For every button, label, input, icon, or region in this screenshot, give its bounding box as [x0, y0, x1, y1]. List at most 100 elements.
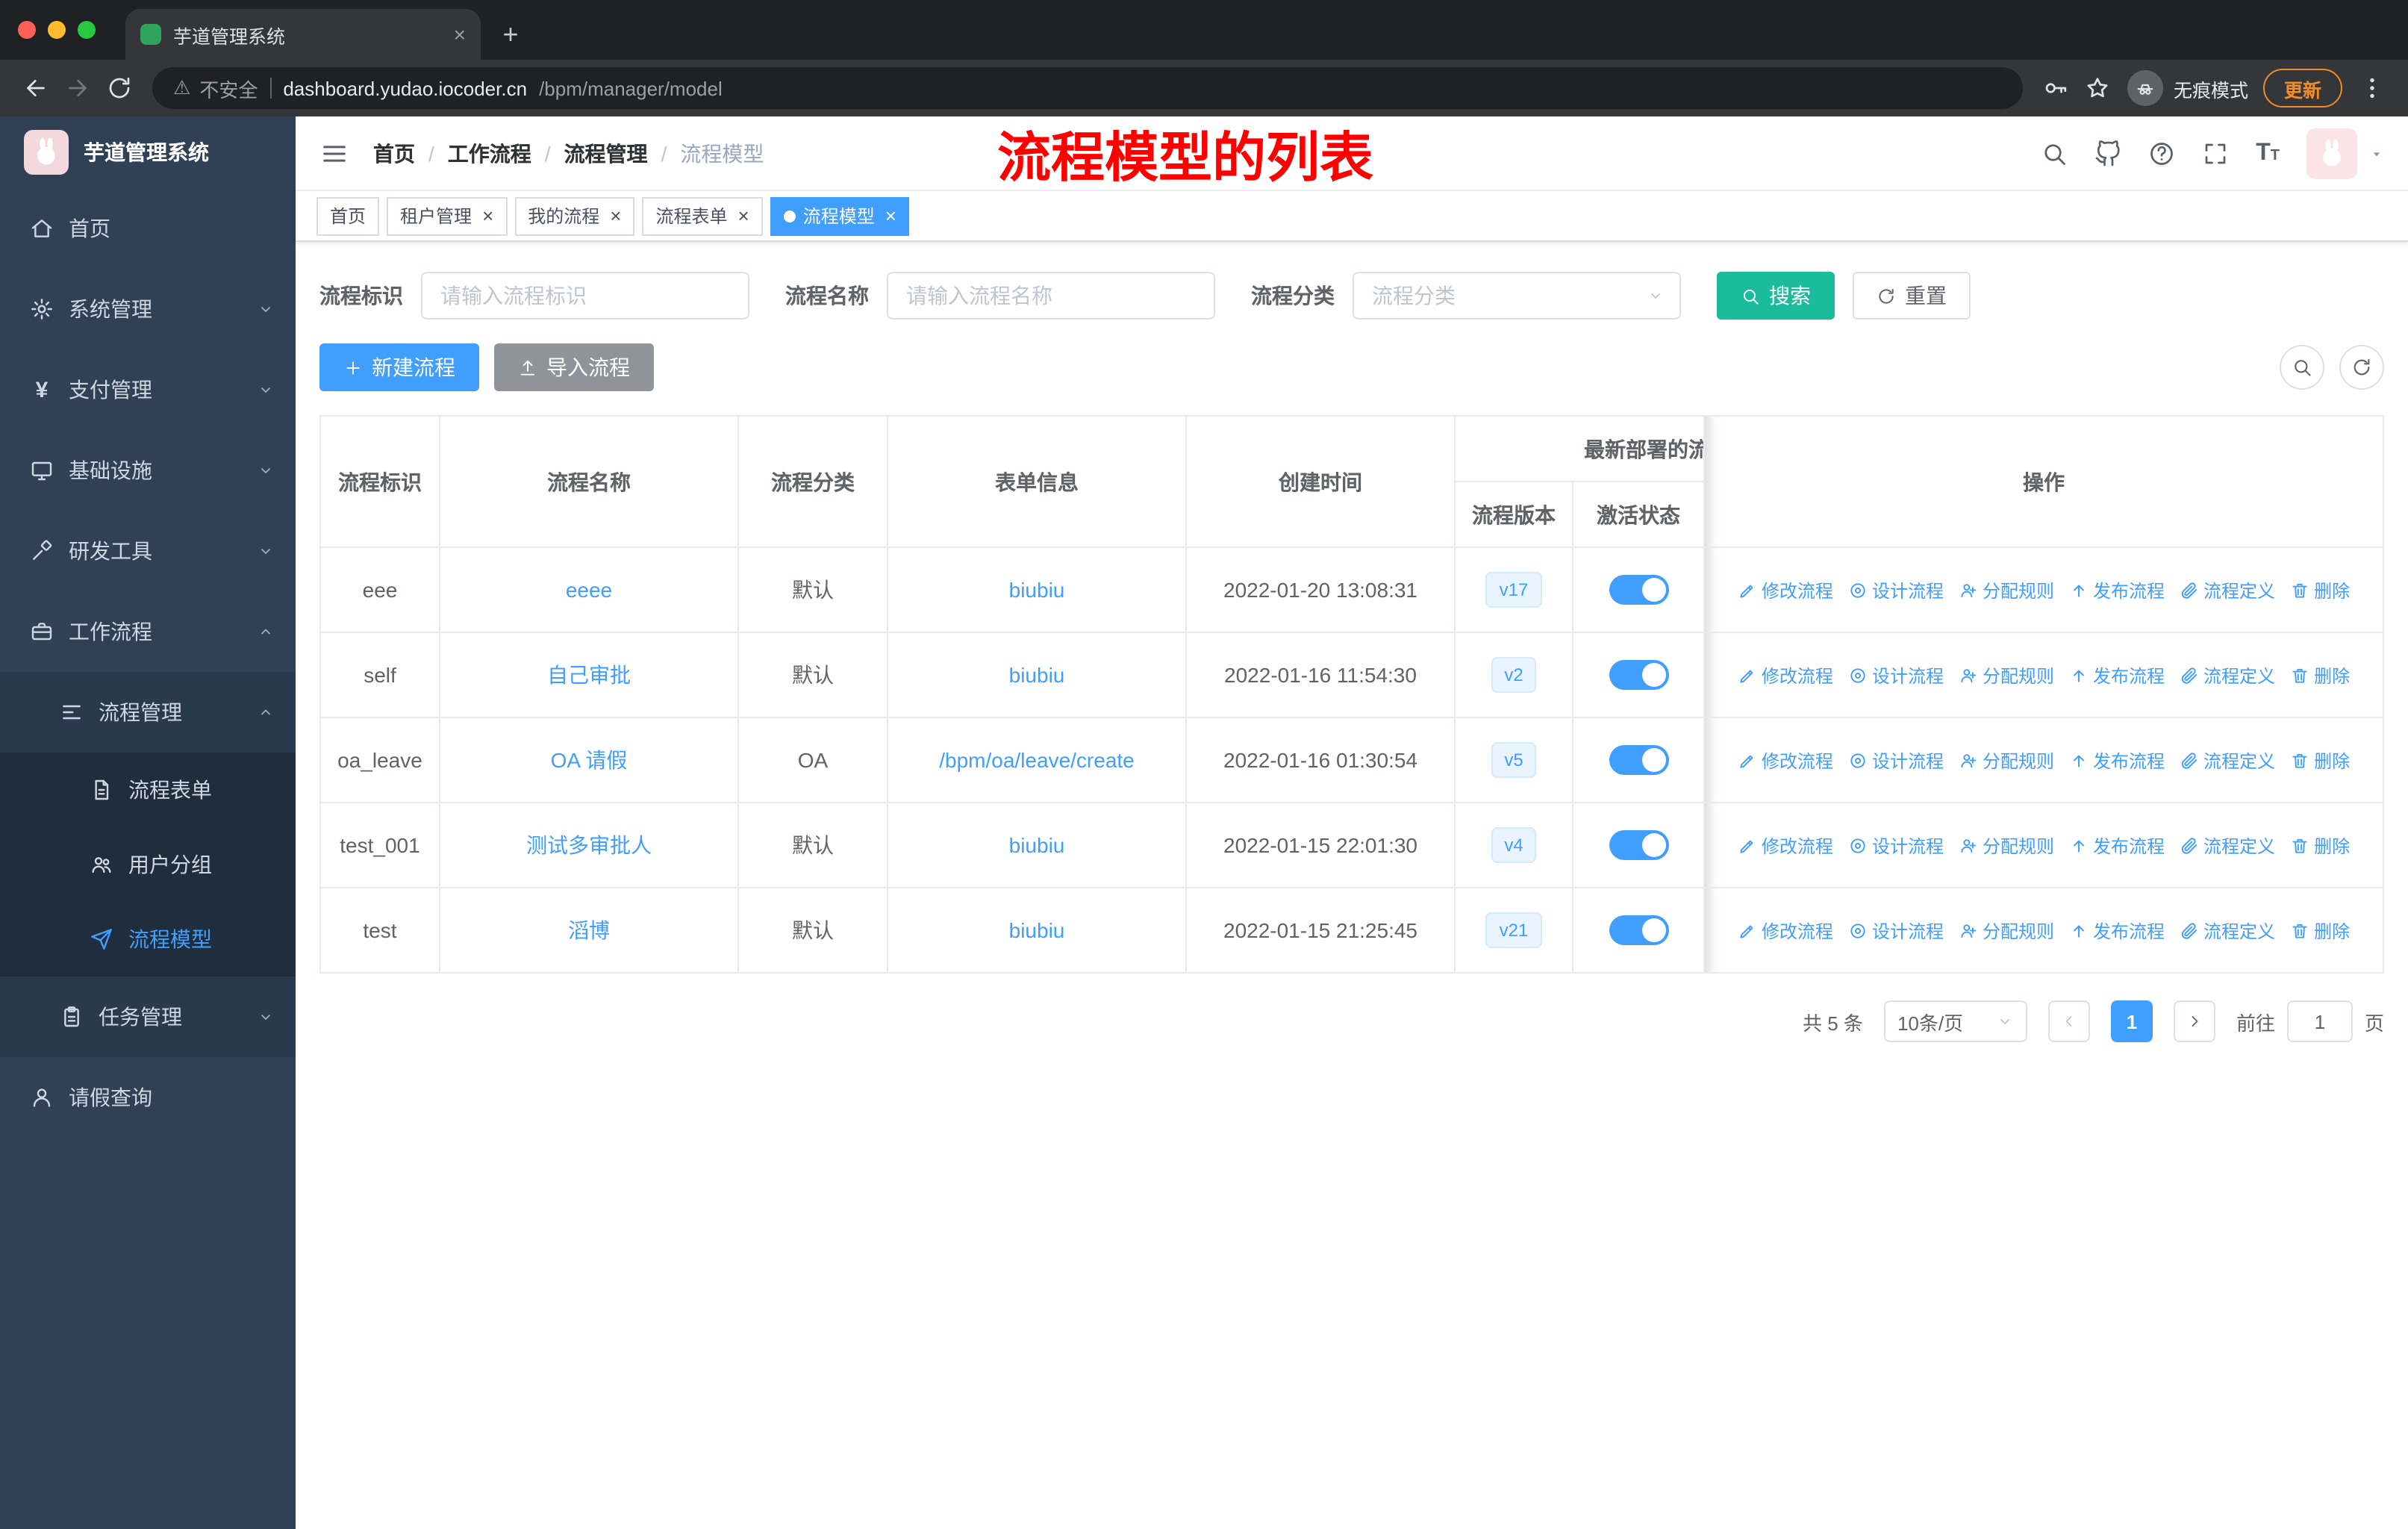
sidebar-item-devtools[interactable]: 研发工具	[0, 511, 296, 591]
update-browser-button[interactable]: 更新	[2262, 69, 2342, 108]
close-window-button[interactable]	[18, 21, 36, 39]
action-assign-rule[interactable]: 分配规则	[1959, 662, 2054, 688]
browser-menu-icon[interactable]	[2351, 67, 2393, 109]
form-info-link[interactable]: biubiu	[1009, 578, 1065, 602]
action-design[interactable]: 设计流程	[1848, 662, 1944, 688]
action-design[interactable]: 设计流程	[1848, 832, 1944, 858]
sidebar-item-payment[interactable]: ¥ 支付管理	[0, 349, 296, 430]
process-name-link[interactable]: 滔博	[568, 918, 610, 942]
status-toggle[interactable]	[1609, 575, 1668, 605]
close-icon[interactable]: ×	[885, 206, 896, 225]
action-design[interactable]: 设计流程	[1848, 918, 1944, 943]
security-chip[interactable]: ⚠ 不安全	[173, 74, 258, 102]
close-icon[interactable]: ×	[738, 206, 749, 225]
action-definition[interactable]: 流程定义	[2180, 662, 2275, 688]
search-icon[interactable]	[2041, 140, 2068, 166]
prev-page-button[interactable]	[2047, 1000, 2090, 1042]
tag-home[interactable]: 首页	[316, 196, 380, 235]
fullscreen-icon[interactable]	[2202, 140, 2229, 166]
action-modify[interactable]: 修改流程	[1738, 918, 1833, 943]
form-info-link[interactable]: /bpm/oa/leave/create	[939, 748, 1135, 772]
page-size-select[interactable]: 10条/页	[1883, 1000, 2027, 1042]
action-publish[interactable]: 发布流程	[2069, 747, 2165, 773]
action-assign-rule[interactable]: 分配规则	[1959, 832, 2054, 858]
status-toggle[interactable]	[1609, 830, 1668, 860]
action-modify[interactable]: 修改流程	[1738, 577, 1833, 602]
action-assign-rule[interactable]: 分配规则	[1959, 918, 2054, 943]
form-info-link[interactable]: biubiu	[1009, 833, 1065, 857]
sidebar-item-system[interactable]: 系统管理	[0, 269, 296, 349]
hamburger-icon[interactable]	[319, 138, 349, 168]
action-modify[interactable]: 修改流程	[1738, 747, 1833, 773]
action-definition[interactable]: 流程定义	[2180, 832, 2275, 858]
action-delete[interactable]: 删除	[2290, 662, 2350, 688]
caret-down-icon[interactable]	[2369, 146, 2384, 161]
form-info-link[interactable]: biubiu	[1009, 663, 1065, 687]
sidebar-item-workflow[interactable]: 工作流程	[0, 591, 296, 672]
back-button[interactable]	[15, 67, 57, 109]
action-publish[interactable]: 发布流程	[2069, 577, 2165, 602]
sidebar-item-leave-query[interactable]: 请假查询	[0, 1057, 296, 1138]
goto-page-input[interactable]	[2286, 1000, 2353, 1042]
action-assign-rule[interactable]: 分配规则	[1959, 747, 2054, 773]
avatar[interactable]	[2306, 128, 2357, 178]
action-publish[interactable]: 发布流程	[2069, 832, 2165, 858]
help-icon[interactable]	[2148, 140, 2175, 166]
forward-button[interactable]	[57, 67, 99, 109]
status-toggle[interactable]	[1609, 745, 1668, 775]
current-page-button[interactable]: 1	[2110, 1000, 2153, 1042]
github-icon[interactable]	[2094, 140, 2121, 166]
process-name-link[interactable]: 测试多审批人	[526, 833, 652, 857]
action-delete[interactable]: 删除	[2290, 918, 2350, 943]
minimize-window-button[interactable]	[48, 21, 66, 39]
action-publish[interactable]: 发布流程	[2069, 918, 2165, 943]
sidebar-item-process-model[interactable]: 流程模型	[0, 902, 296, 977]
process-category-select[interactable]: 流程分类	[1353, 272, 1681, 320]
incognito-chip[interactable]: 无痕模式	[2127, 70, 2248, 106]
toggle-search-button[interactable]	[2280, 345, 2324, 390]
import-process-button[interactable]: 导入流程	[494, 343, 654, 391]
action-assign-rule[interactable]: 分配规则	[1959, 577, 2054, 602]
process-name-link[interactable]: OA 请假	[551, 748, 628, 772]
tag-process-form[interactable]: 流程表单 ×	[642, 196, 763, 235]
sidebar-item-task-management[interactable]: 任务管理	[0, 977, 296, 1057]
new-tab-button[interactable]: +	[490, 13, 531, 55]
reload-button[interactable]	[99, 67, 140, 109]
action-delete[interactable]: 删除	[2290, 577, 2350, 602]
address-bar[interactable]: ⚠ 不安全 dashboard.yudao.iocoder.cn/bpm/man…	[152, 67, 2023, 109]
sidebar-item-process-form[interactable]: 流程表单	[0, 753, 296, 827]
window-controls[interactable]	[18, 21, 96, 39]
action-design[interactable]: 设计流程	[1848, 747, 1944, 773]
sidebar-item-home[interactable]: 首页	[0, 188, 296, 269]
close-icon[interactable]: ×	[610, 206, 621, 225]
sidebar-item-infra[interactable]: 基础设施	[0, 430, 296, 511]
font-size-icon[interactable]: TT	[2256, 140, 2280, 165]
tag-tenant[interactable]: 租户管理 ×	[387, 196, 508, 235]
app-logo[interactable]: 芋道管理系统	[0, 116, 296, 188]
action-modify[interactable]: 修改流程	[1738, 662, 1833, 688]
process-name-link[interactable]: 自己审批	[547, 663, 631, 687]
breadcrumb-item[interactable]: 工作流程	[448, 138, 564, 168]
action-definition[interactable]: 流程定义	[2180, 747, 2275, 773]
reset-button[interactable]: 重置	[1853, 272, 1971, 320]
bookmark-star-icon[interactable]	[2077, 67, 2118, 109]
tag-my-process[interactable]: 我的流程 ×	[514, 196, 635, 235]
form-info-link[interactable]: biubiu	[1009, 918, 1065, 942]
action-modify[interactable]: 修改流程	[1738, 832, 1833, 858]
breadcrumb-item[interactable]: 流程管理	[564, 138, 681, 168]
create-process-button[interactable]: 新建流程	[319, 343, 479, 391]
search-button[interactable]: 搜索	[1717, 272, 1835, 320]
sidebar-item-user-group[interactable]: 用户分组	[0, 827, 296, 902]
browser-tab[interactable]: 芋道管理系统 ×	[125, 9, 481, 60]
action-publish[interactable]: 发布流程	[2069, 662, 2165, 688]
process-name-link[interactable]: eeee	[566, 578, 612, 602]
action-definition[interactable]: 流程定义	[2180, 577, 2275, 602]
close-icon[interactable]: ×	[482, 206, 493, 225]
action-delete[interactable]: 删除	[2290, 747, 2350, 773]
action-design[interactable]: 设计流程	[1848, 577, 1944, 602]
action-definition[interactable]: 流程定义	[2180, 918, 2275, 943]
action-delete[interactable]: 删除	[2290, 832, 2350, 858]
maximize-window-button[interactable]	[78, 21, 96, 39]
status-toggle[interactable]	[1609, 915, 1668, 945]
tab-close-icon[interactable]: ×	[454, 24, 466, 45]
